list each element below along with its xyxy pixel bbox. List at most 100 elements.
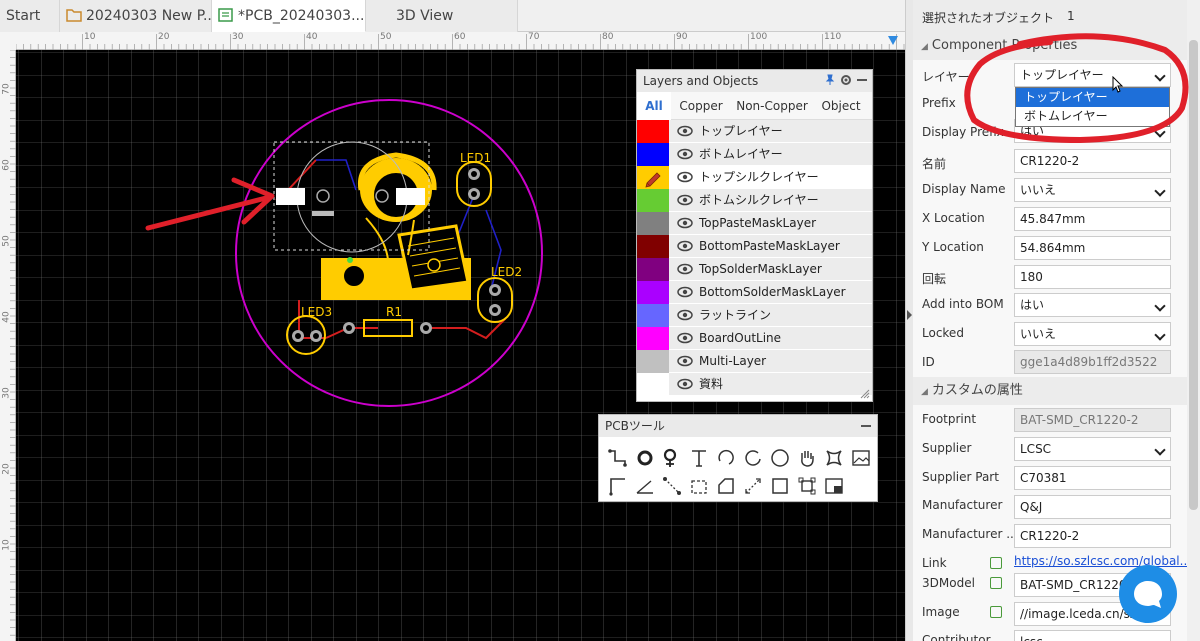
display-name-select[interactable]: いいえ — [1014, 178, 1171, 202]
layer-row[interactable]: ラットライン — [637, 304, 872, 327]
locked-select[interactable]: いいえ — [1014, 322, 1171, 346]
layer-color-swatch[interactable] — [637, 258, 669, 281]
layer-color-swatch[interactable] — [637, 143, 669, 166]
circle-tool-icon[interactable] — [769, 447, 791, 469]
arc-tool-icon[interactable] — [715, 447, 737, 469]
layer-name: Multi-Layer — [699, 354, 767, 368]
layer-color-swatch[interactable] — [637, 304, 669, 327]
layer-color-swatch[interactable] — [637, 212, 669, 235]
external-link-icon[interactable] — [990, 577, 1002, 589]
connect-pad-tool-icon[interactable] — [661, 475, 683, 497]
layer-color-swatch[interactable] — [637, 327, 669, 350]
ruler-tick-label: 80 — [602, 32, 614, 42]
eye-icon[interactable] — [677, 240, 693, 252]
layer-color-swatch[interactable] — [637, 166, 669, 189]
layer-row[interactable]: 資料 — [637, 373, 872, 396]
layer-row[interactable]: Multi-Layer — [637, 350, 872, 373]
canvas-origin-tool-icon[interactable] — [823, 475, 845, 497]
tab-non-copper[interactable]: Non-Copper — [731, 92, 813, 120]
tab-copper[interactable]: Copper — [671, 92, 731, 120]
eye-icon[interactable] — [677, 171, 693, 183]
layer-row[interactable]: TopPasteMaskLayer — [637, 212, 872, 235]
pad-tool-icon[interactable] — [634, 447, 656, 469]
external-link-icon[interactable] — [990, 606, 1002, 618]
eye-icon[interactable] — [677, 309, 693, 321]
tab-all[interactable]: All — [637, 92, 671, 120]
tab-3d-view[interactable]: 3D View — [366, 0, 518, 32]
pin-icon[interactable] — [824, 74, 836, 86]
eye-icon[interactable] — [677, 332, 693, 344]
eye-icon[interactable] — [677, 355, 693, 367]
manufacturer-part-input[interactable]: CR1220-2 — [1014, 524, 1171, 548]
protractor-tool-icon[interactable] — [634, 475, 656, 497]
text-tool-icon[interactable] — [688, 447, 710, 469]
pcb-tools-title: PCBツール — [605, 419, 665, 433]
eye-icon[interactable] — [677, 217, 693, 229]
manufacturer-input[interactable]: Q&J — [1014, 495, 1171, 519]
y-location-input[interactable]: 54.864mm — [1014, 236, 1171, 260]
tab-object[interactable]: Object — [813, 92, 869, 120]
layer-row[interactable]: トップシルクレイヤー — [637, 166, 872, 189]
image-tool-icon[interactable] — [850, 447, 872, 469]
layer-color-swatch[interactable] — [637, 350, 669, 373]
collapse-arrow-icon[interactable] — [907, 310, 912, 320]
layer-color-swatch[interactable] — [637, 373, 669, 396]
ruler-tick-label: 50 — [380, 32, 392, 42]
layer-row[interactable]: TopSolderMaskLayer — [637, 258, 872, 281]
panel-splitter[interactable] — [905, 0, 913, 641]
layer-row[interactable]: BoardOutLine — [637, 327, 872, 350]
tab-start[interactable]: Start — [0, 0, 60, 32]
resize-grip-icon[interactable] — [860, 389, 870, 399]
layer-row[interactable]: ボトムシルクレイヤー — [637, 189, 872, 212]
rectangle-tool-icon[interactable] — [769, 475, 791, 497]
track-tool-icon[interactable] — [607, 447, 629, 469]
hole-tool-icon[interactable] — [742, 475, 764, 497]
copper-area-tool-icon[interactable] — [823, 447, 845, 469]
dimension-tool-icon[interactable] — [607, 475, 629, 497]
eye-icon[interactable] — [677, 148, 693, 160]
name-input[interactable]: CR1220-2 — [1014, 149, 1171, 173]
external-link-icon[interactable] — [990, 557, 1002, 569]
chat-widget-button[interactable] — [1119, 565, 1177, 623]
solid-region-tool-icon[interactable] — [688, 475, 710, 497]
supplier-select[interactable]: LCSC — [1014, 437, 1171, 461]
center-arc-tool-icon[interactable] — [742, 447, 764, 469]
layer-color-swatch[interactable] — [637, 120, 669, 143]
group-tool-icon[interactable] — [796, 475, 818, 497]
gear-icon[interactable] — [840, 74, 852, 86]
layer-name: TopSolderMaskLayer — [699, 262, 822, 276]
prefix-label: Prefix — [922, 96, 956, 110]
layer-color-swatch[interactable] — [637, 189, 669, 212]
layer-row[interactable]: BottomPasteMaskLayer — [637, 235, 872, 258]
add-into-bom-select[interactable]: はい — [1014, 293, 1171, 317]
eye-icon[interactable] — [677, 125, 693, 137]
tab-pcb[interactable]: *PCB_20240303... — [212, 0, 366, 32]
layer-color-swatch[interactable] — [637, 235, 669, 258]
contributor-input[interactable]: lcsc — [1014, 630, 1171, 641]
custom-attributes-section[interactable]: ◢ カスタムの属性 — [913, 377, 1187, 405]
eye-icon[interactable] — [677, 263, 693, 275]
layer-row[interactable]: BottomSolderMaskLayer — [637, 281, 872, 304]
x-location-input[interactable]: 45.847mm — [1014, 207, 1171, 231]
hand-tool-icon[interactable] — [796, 447, 818, 469]
layer-color-swatch[interactable] — [637, 281, 669, 304]
layer-name: TopPasteMaskLayer — [699, 216, 817, 230]
supplier-part-input[interactable]: C70381 — [1014, 466, 1171, 490]
board-outline-tool-icon[interactable] — [715, 475, 737, 497]
layers-and-objects-panel: Layers and Objects All Copper Non-Copper… — [636, 69, 873, 402]
layers-panel-header[interactable]: Layers and Objects — [637, 70, 872, 92]
supplier-part-label: Supplier Part — [922, 470, 999, 484]
via-tool-icon[interactable] — [661, 447, 683, 469]
eye-icon[interactable] — [677, 194, 693, 206]
layer-row[interactable]: トップレイヤー — [637, 120, 872, 143]
minimize-icon[interactable] — [856, 74, 868, 86]
pcb-tools-header[interactable]: PCBツール — [599, 415, 877, 437]
minimize-icon[interactable] — [860, 420, 872, 432]
tab-project[interactable]: 20240303 New P... — [60, 0, 212, 32]
rotation-input[interactable]: 180 — [1014, 265, 1171, 289]
r1-label: R1 — [386, 305, 402, 319]
x-location-value: 45.847mm — [1020, 212, 1086, 226]
eye-icon[interactable] — [677, 378, 693, 390]
layer-row[interactable]: ボトムレイヤー — [637, 143, 872, 166]
eye-icon[interactable] — [677, 286, 693, 298]
